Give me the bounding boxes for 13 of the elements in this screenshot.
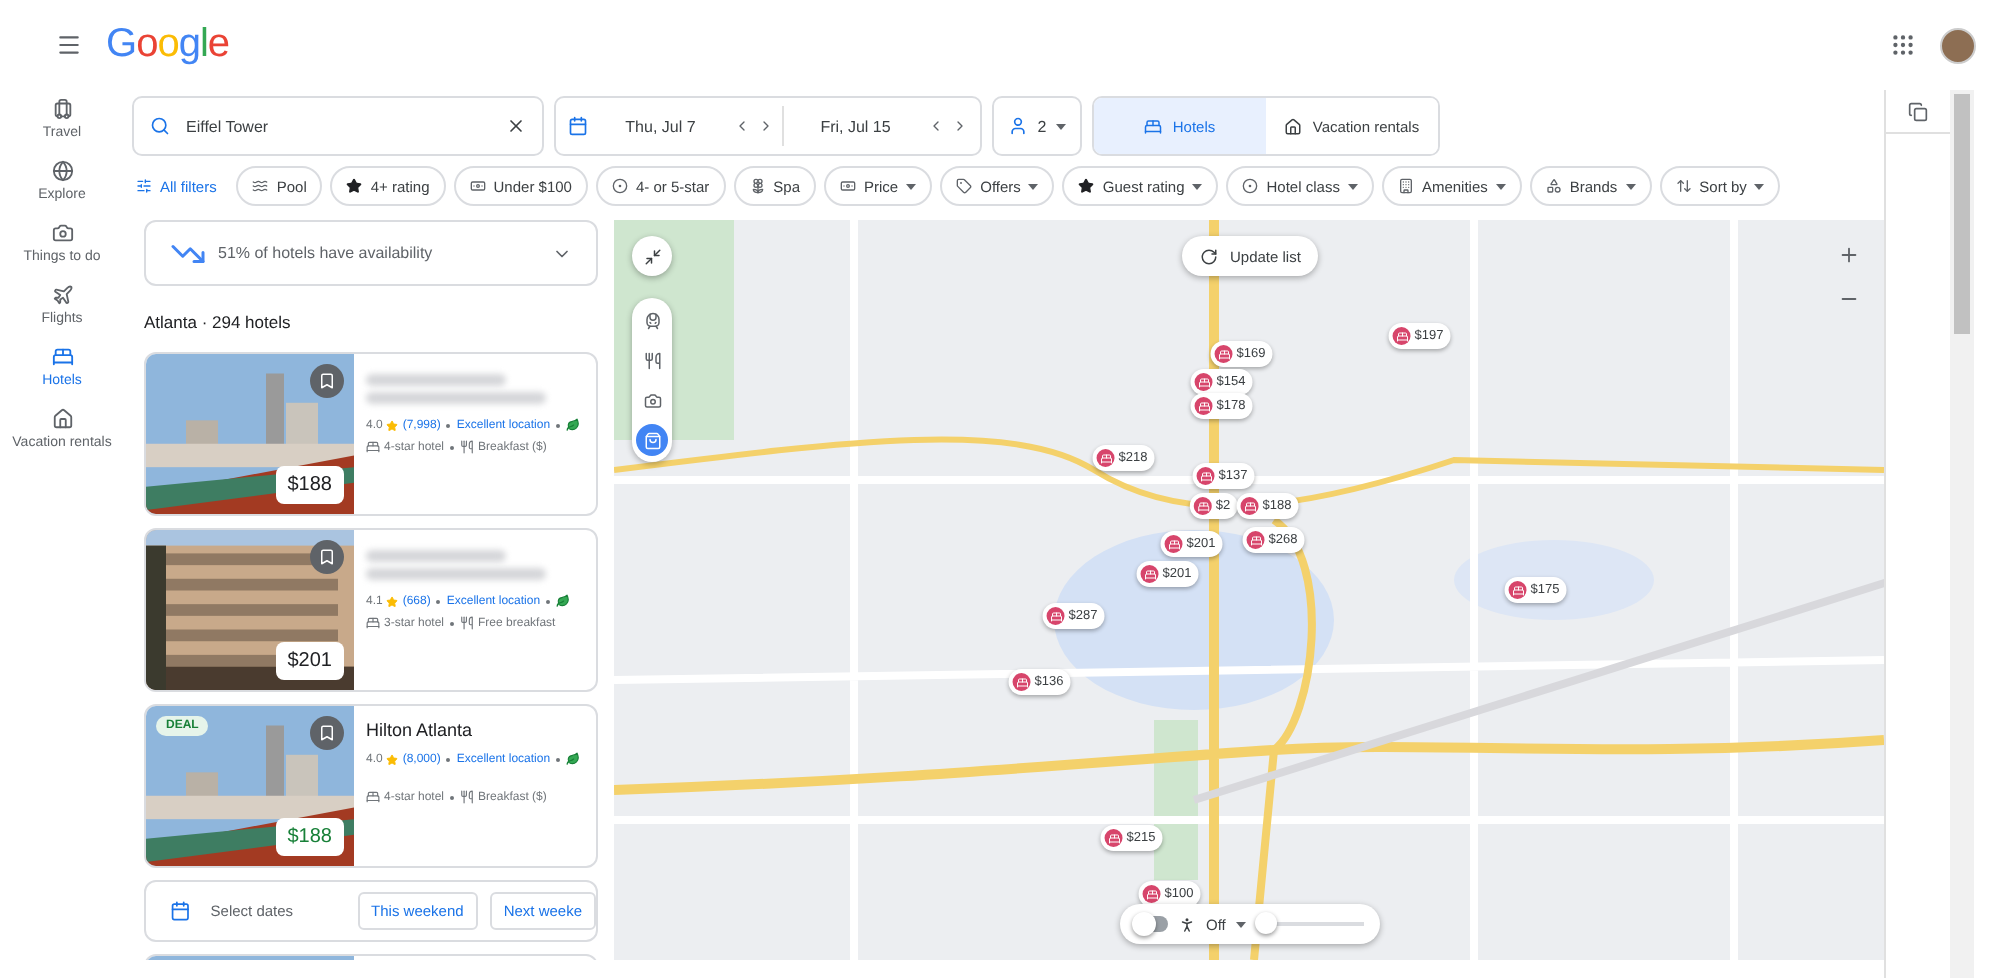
price-tag: $188 <box>275 466 344 504</box>
availability-card[interactable]: 51% of hotels have availability <box>144 220 598 286</box>
results-title: Atlanta · 294 hotels <box>144 310 293 336</box>
hotel-name: Hilton Atlanta <box>366 720 475 744</box>
google-logo[interactable]: Google <box>106 22 1866 68</box>
guests-button[interactable]: 2 <box>992 96 1082 156</box>
availability-text: 51% of hotels have availability <box>218 244 435 262</box>
price-tag: $188 <box>275 818 344 856</box>
date-field[interactable]: Thu, Jul 7 Fri, Jul 15 <box>554 96 982 156</box>
price-tag: $201 <box>275 642 344 680</box>
search-field[interactable]: Eiffel Tower <box>132 96 544 156</box>
check-out-date[interactable]: Fri, Jul 15 <box>791 117 920 135</box>
check-in-date[interactable]: Thu, Jul 7 <box>596 117 725 135</box>
